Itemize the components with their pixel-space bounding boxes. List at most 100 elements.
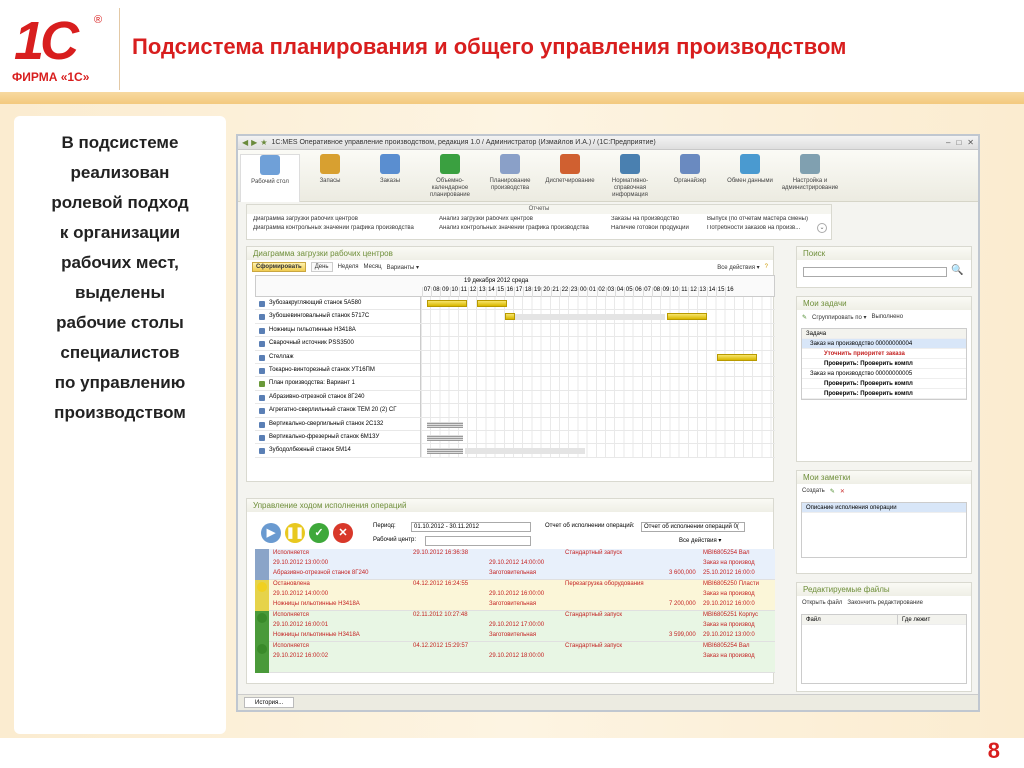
gantt-row[interactable]: Зубодолбежный станок 5М14 [255,444,775,458]
gantt-bar[interactable] [477,300,507,307]
search-icon[interactable]: 🔍 [951,265,963,276]
chevron-down-icon[interactable]: ⌄ [817,223,827,233]
operation-row[interactable]: Остановлена 04.12.2012 16:24:55 Перезагруз… [255,580,775,611]
report-link[interactable]: Наличие готовой продукции [611,225,707,231]
note-item[interactable]: Описание исполнения операции [802,503,966,513]
gantt-row[interactable]: Абразивно-отрезной станок 8Г240 [255,390,775,405]
gantt-row[interactable]: Зубошевинговальный станок 5717С [255,310,775,324]
report-field[interactable]: Отчет об исполнении операций 0( [641,522,745,532]
reports-title: Отчеты [247,205,831,214]
gantt-bar[interactable] [427,421,463,428]
tasks-column-header: Задача [802,329,966,339]
gantt-bar[interactable] [465,448,585,455]
gantt-row[interactable]: Токарно-винторезный станок УТ16ПМ [255,363,775,378]
generate-button[interactable]: Сформировать [252,262,306,272]
report-link[interactable]: Диаграмма контрольных значений графика п… [253,225,439,231]
all-actions-menu[interactable]: Все действия ▾ [679,537,721,544]
open-file-button[interactable]: Открыть файл [802,600,842,606]
gantt-row[interactable]: Стеллаж [255,350,775,364]
operations-controls: ▶ ❚❚ ✓ ✕ [261,523,353,543]
gantt-hour: 22 [559,287,569,297]
report-link[interactable]: Диаграмма загрузки рабочих центров [253,216,439,222]
op-start: 29.10.2012 16:36:38 [413,550,469,556]
favorites-icon[interactable]: ★ [260,138,267,147]
create-note-button[interactable]: Создать [802,488,825,494]
section-6[interactable]: Нормативно-справочная информация [600,154,660,199]
gantt-row[interactable]: Ножницы гильотинные Н3418А [255,323,775,338]
help-icon[interactable]: ? [765,264,768,270]
month-button[interactable]: Месяц [364,264,382,270]
history-button[interactable]: История... [244,697,295,708]
cancel-icon[interactable]: ✕ [333,523,353,543]
check-icon[interactable]: ✓ [309,523,329,543]
gantt-bar[interactable] [515,314,665,321]
reports-panel: Отчеты Диаграмма загрузки рабочих центро… [246,204,832,240]
gantt-row[interactable]: Сварочный источник PSS3500 [255,337,775,351]
gantt-bar[interactable] [717,353,757,361]
task-item[interactable]: Проверить: Проверить компл [802,389,966,399]
week-button[interactable]: Неделя [338,264,359,270]
gantt-bar[interactable] [505,313,515,321]
report-link[interactable]: Выпуск (по отчетам мастера смены) [707,216,837,222]
work-center-field[interactable] [425,536,531,546]
gantt-row[interactable]: Зубозакругляющий станок 5А580 [255,297,775,311]
op-plan-end: 29.10.2012 17:00:00 [489,622,545,628]
section-1[interactable]: Запасы [300,154,360,185]
gantt-bar[interactable] [427,448,463,455]
section-8[interactable]: Обмен данными [720,154,780,185]
variants-dropdown[interactable]: Варианты ▾ [387,264,419,271]
edit-icon[interactable]: ✎ [830,488,835,495]
op-stage: Заготовительная [489,570,537,576]
gantt-row[interactable]: Вертикально-фрезерный станок 6М13У [255,430,775,445]
period-label: Период: [373,523,396,529]
section-7[interactable]: Органайзер [660,154,720,185]
task-item[interactable]: Заказ на производство 00000000005 [802,369,966,379]
play-icon[interactable]: ▶ [261,523,281,543]
gantt-row[interactable]: План производства: Вариант 1 [255,377,775,391]
report-link[interactable]: Анализ загрузки рабочих центров [439,216,611,222]
section-0[interactable]: Рабочий стол [240,154,300,202]
day-button[interactable]: День [310,262,333,272]
gantt-row-label: Вертикально-сверлильный станок 2С132 [255,417,421,431]
operation-row[interactable]: Исполняется 02.11.2012 10:27:48 Стандартны… [255,611,775,642]
finish-editing-button[interactable]: Закончить редактирование [847,600,923,606]
maximize-icon[interactable]: □ [956,138,961,147]
all-actions-menu[interactable]: Все действия ▾ [717,264,759,271]
operation-row[interactable]: Исполняется 29.10.2012 16:36:38 Стандартны… [255,549,775,580]
gantt-row[interactable]: Агрегатно-сверлильный станок ТЕМ 20 (2) … [255,404,775,418]
done-button[interactable]: Выполнено [871,314,903,320]
section-9[interactable]: Настройка и администрирование [780,154,840,192]
section-5[interactable]: Диспетчирование [540,154,600,185]
gantt-row-label: Агрегатно-сверлильный станок ТЕМ 20 (2) … [255,404,421,418]
pause-icon[interactable]: ❚❚ [285,523,305,543]
task-item[interactable]: Проверить: Проверить компл [802,359,966,369]
gantt-timeline [421,390,775,404]
report-link[interactable]: Анализ контрольных значений графика прои… [439,225,611,231]
operation-row[interactable]: Исполняется 04.12.2012 15:29:57 Стандартны… [255,642,775,673]
edit-icon[interactable]: ✎ [802,314,807,321]
section-icon [680,154,700,174]
group-by-dropdown[interactable]: Сгруппировать по ▾ [812,314,866,321]
op-id: МВI6805251 Корпус [703,612,759,618]
tasks-panel: Мои задачи ✎ Сгруппировать по ▾ Выполнен… [796,296,972,462]
back-icon[interactable]: ◀ [242,138,248,147]
delete-icon[interactable]: ✕ [840,488,845,495]
section-2[interactable]: Заказы [360,154,420,185]
gantt-bar[interactable] [427,300,467,307]
section-4[interactable]: Планирование производства [480,154,540,192]
gantt-bar[interactable] [667,313,707,321]
gantt-bar[interactable] [427,434,463,441]
window-controls: – □ ✕ [946,138,974,147]
task-item[interactable]: Проверить: Проверить компл [802,379,966,389]
gantt-row[interactable]: Вертикально-сверлильный станок 2С132 [255,417,775,431]
task-item[interactable]: Заказ на производство 00000000004 [802,339,966,349]
period-field[interactable]: 01.10.2012 - 30.11.2012 [411,522,531,532]
close-icon[interactable]: ✕ [967,138,974,147]
minimize-icon[interactable]: – [946,138,950,147]
gantt-hour: 11 [458,287,468,297]
search-input[interactable] [803,267,947,277]
task-item[interactable]: Уточнить приоритет заказа [802,349,966,359]
forward-icon[interactable]: ▶ [251,138,257,147]
report-link[interactable]: Заказы на производство [611,216,707,222]
section-3[interactable]: Объемно-календарное планирование [420,154,480,199]
